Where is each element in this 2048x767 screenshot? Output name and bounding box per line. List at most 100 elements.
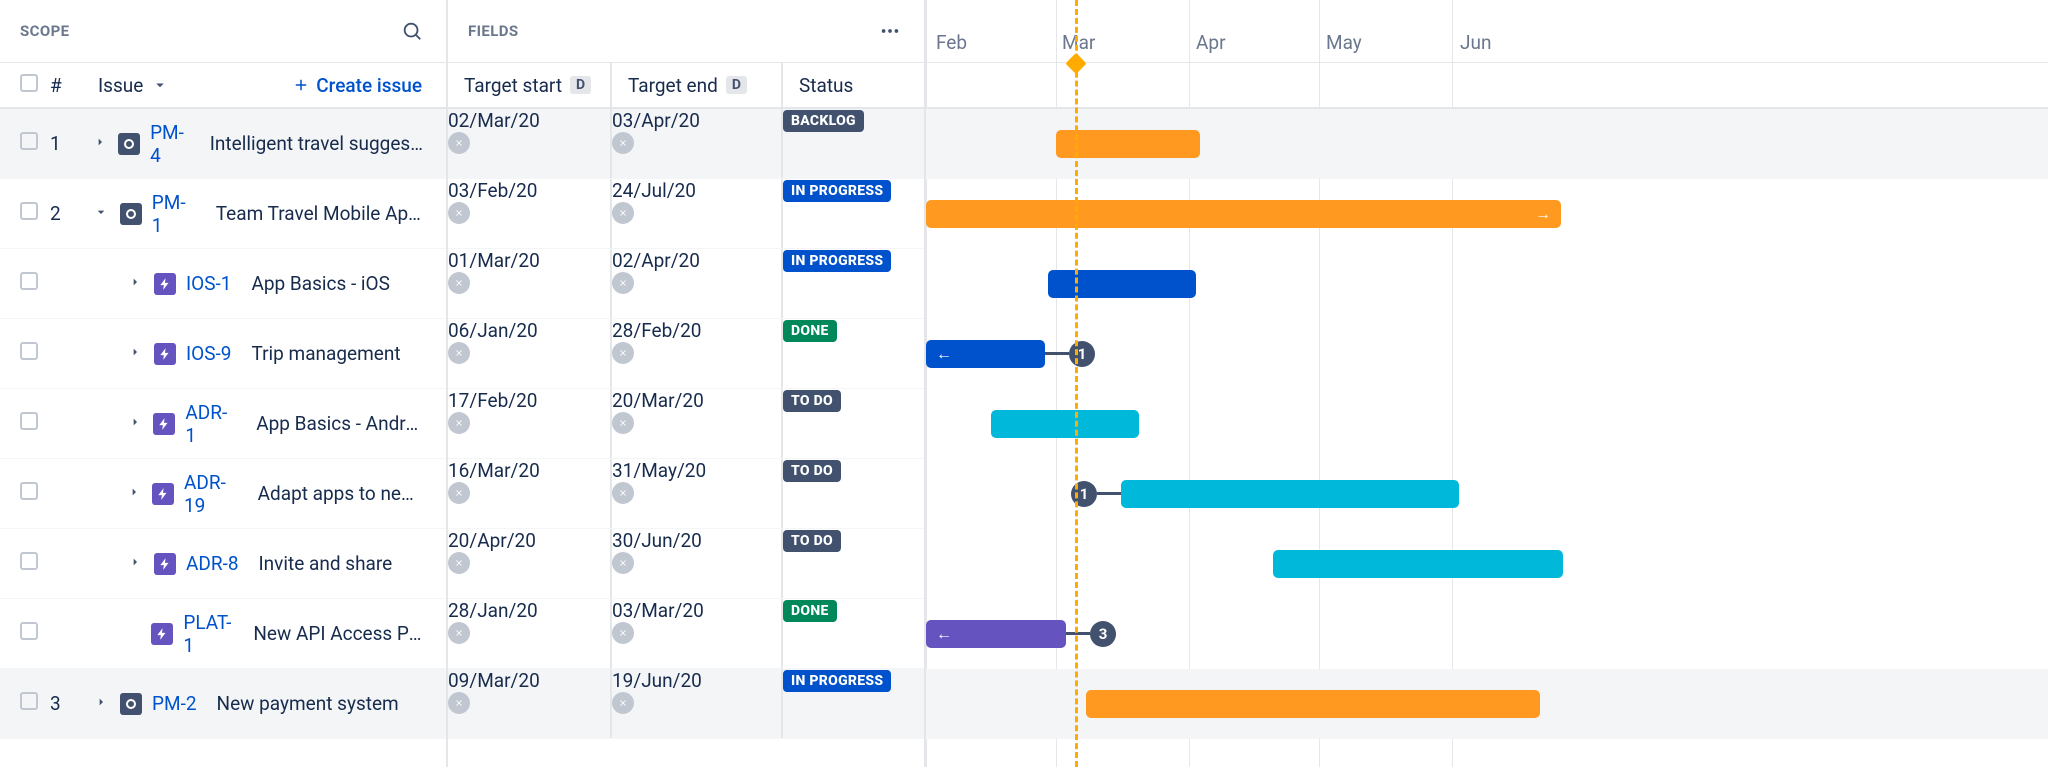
issue-row[interactable]: 1PM-4Intelligent travel suggestions <box>0 109 446 179</box>
clear-icon[interactable] <box>448 692 470 714</box>
target-end-cell[interactable]: 19/Jun/20 <box>612 669 783 738</box>
chevron-down-icon[interactable] <box>151 76 169 94</box>
issue-key-link[interactable]: PLAT-1 <box>183 611 233 657</box>
expand-icon[interactable] <box>126 552 144 575</box>
clear-icon[interactable] <box>612 412 634 434</box>
column-target-end[interactable]: Target end <box>628 74 718 97</box>
clear-icon[interactable] <box>612 132 634 154</box>
status-cell[interactable]: TO DO <box>783 389 924 458</box>
target-start-cell[interactable]: 02/Mar/20 <box>448 109 612 178</box>
column-status[interactable]: Status <box>799 74 853 97</box>
column-issue[interactable]: Issue <box>98 74 143 97</box>
row-checkbox[interactable] <box>20 482 38 500</box>
clear-icon[interactable] <box>448 482 470 504</box>
issue-row[interactable]: ADR-19Adapt apps to new pa... <box>0 459 446 529</box>
timeline-bar[interactable] <box>1048 270 1196 298</box>
issue-row[interactable]: 3PM-2New payment system <box>0 669 446 739</box>
clear-icon[interactable] <box>612 202 634 224</box>
dependency-link[interactable]: 1 <box>1045 341 1095 367</box>
create-issue-button[interactable]: Create issue <box>292 74 426 97</box>
issue-row[interactable]: IOS-9Trip management <box>0 319 446 389</box>
issue-key-link[interactable]: PM-4 <box>150 121 190 167</box>
dependency-count[interactable]: 3 <box>1090 621 1116 647</box>
row-checkbox[interactable] <box>20 622 38 640</box>
issue-key-link[interactable]: IOS-9 <box>186 342 231 365</box>
timeline-bar[interactable] <box>1121 480 1459 508</box>
target-end-cell[interactable]: 24/Jul/20 <box>612 179 783 248</box>
target-end-cell[interactable]: 20/Mar/20 <box>612 389 783 458</box>
expand-icon[interactable] <box>126 412 143 435</box>
expand-icon[interactable] <box>126 342 144 365</box>
issue-key-link[interactable]: ADR-1 <box>185 401 236 447</box>
clear-icon[interactable] <box>448 202 470 224</box>
issue-row[interactable]: PLAT-1New API Access Point... <box>0 599 446 669</box>
target-start-cell[interactable]: 20/Apr/20 <box>448 529 612 598</box>
column-target-start[interactable]: Target start <box>464 74 562 97</box>
more-icon[interactable] <box>876 17 904 45</box>
target-start-cell[interactable]: 06/Jan/20 <box>448 319 612 388</box>
expand-icon[interactable] <box>126 482 142 505</box>
row-checkbox[interactable] <box>20 342 38 360</box>
target-start-cell[interactable]: 03/Feb/20 <box>448 179 612 248</box>
clear-icon[interactable] <box>448 132 470 154</box>
clear-icon[interactable] <box>448 412 470 434</box>
dependency-link[interactable]: 3 <box>1066 621 1116 647</box>
issue-key-link[interactable]: IOS-1 <box>186 272 231 295</box>
status-cell[interactable]: BACKLOG <box>783 109 924 178</box>
row-checkbox[interactable] <box>20 202 38 220</box>
target-end-cell[interactable]: 31/May/20 <box>612 459 783 528</box>
clear-icon[interactable] <box>448 552 470 574</box>
issue-key-link[interactable]: ADR-19 <box>184 471 238 517</box>
target-end-cell[interactable]: 28/Feb/20 <box>612 319 783 388</box>
issue-row[interactable]: ADR-1App Basics - Android <box>0 389 446 459</box>
expand-icon[interactable] <box>92 692 110 715</box>
issue-row[interactable]: ADR-8Invite and share <box>0 529 446 599</box>
dependency-count[interactable]: 1 <box>1069 341 1095 367</box>
issue-key-link[interactable]: PM-1 <box>152 191 196 237</box>
status-cell[interactable]: DONE <box>783 599 924 668</box>
timeline-bar[interactable]: ← <box>926 620 1066 648</box>
clear-icon[interactable] <box>612 342 634 364</box>
timeline-bar[interactable] <box>1086 690 1540 718</box>
issue-key-link[interactable]: ADR-8 <box>186 552 239 575</box>
clear-icon[interactable] <box>612 622 634 644</box>
target-end-cell[interactable]: 03/Apr/20 <box>612 109 783 178</box>
search-icon[interactable] <box>398 17 426 45</box>
clear-icon[interactable] <box>612 552 634 574</box>
expand-icon[interactable] <box>126 272 144 295</box>
clear-icon[interactable] <box>612 692 634 714</box>
target-start-cell[interactable]: 16/Mar/20 <box>448 459 612 528</box>
clear-icon[interactable] <box>448 272 470 294</box>
row-checkbox[interactable] <box>20 692 38 710</box>
select-all-checkbox[interactable] <box>20 74 38 92</box>
clear-icon[interactable] <box>448 342 470 364</box>
timeline-bar[interactable]: → <box>926 200 1561 228</box>
issue-row[interactable]: 2PM-1Team Travel Mobile Apps <box>0 179 446 249</box>
target-end-cell[interactable]: 03/Mar/20 <box>612 599 783 668</box>
status-cell[interactable]: IN PROGRESS <box>783 249 924 318</box>
status-cell[interactable]: DONE <box>783 319 924 388</box>
target-start-cell[interactable]: 28/Jan/20 <box>448 599 612 668</box>
issue-row[interactable]: IOS-1App Basics - iOS <box>0 249 446 319</box>
timeline-bar[interactable] <box>1273 550 1563 578</box>
issue-key-link[interactable]: PM-2 <box>152 692 197 715</box>
target-start-cell[interactable]: 17/Feb/20 <box>448 389 612 458</box>
row-checkbox[interactable] <box>20 552 38 570</box>
collapse-icon[interactable] <box>92 202 110 225</box>
status-cell[interactable]: TO DO <box>783 529 924 598</box>
target-start-cell[interactable]: 01/Mar/20 <box>448 249 612 318</box>
expand-icon[interactable] <box>92 132 108 155</box>
target-end-cell[interactable]: 02/Apr/20 <box>612 249 783 318</box>
status-cell[interactable]: IN PROGRESS <box>783 179 924 248</box>
status-cell[interactable]: TO DO <box>783 459 924 528</box>
timeline-bar[interactable] <box>991 410 1139 438</box>
clear-icon[interactable] <box>448 622 470 644</box>
dependency-link[interactable]: 1 <box>1071 481 1121 507</box>
clear-icon[interactable] <box>612 272 634 294</box>
clear-icon[interactable] <box>612 482 634 504</box>
timeline-body[interactable]: → ← 1 1 ← 3 <box>926 109 2048 767</box>
row-checkbox[interactable] <box>20 132 38 150</box>
target-start-cell[interactable]: 09/Mar/20 <box>448 669 612 738</box>
timeline-bar[interactable]: ← <box>926 340 1045 368</box>
status-cell[interactable]: IN PROGRESS <box>783 669 924 738</box>
